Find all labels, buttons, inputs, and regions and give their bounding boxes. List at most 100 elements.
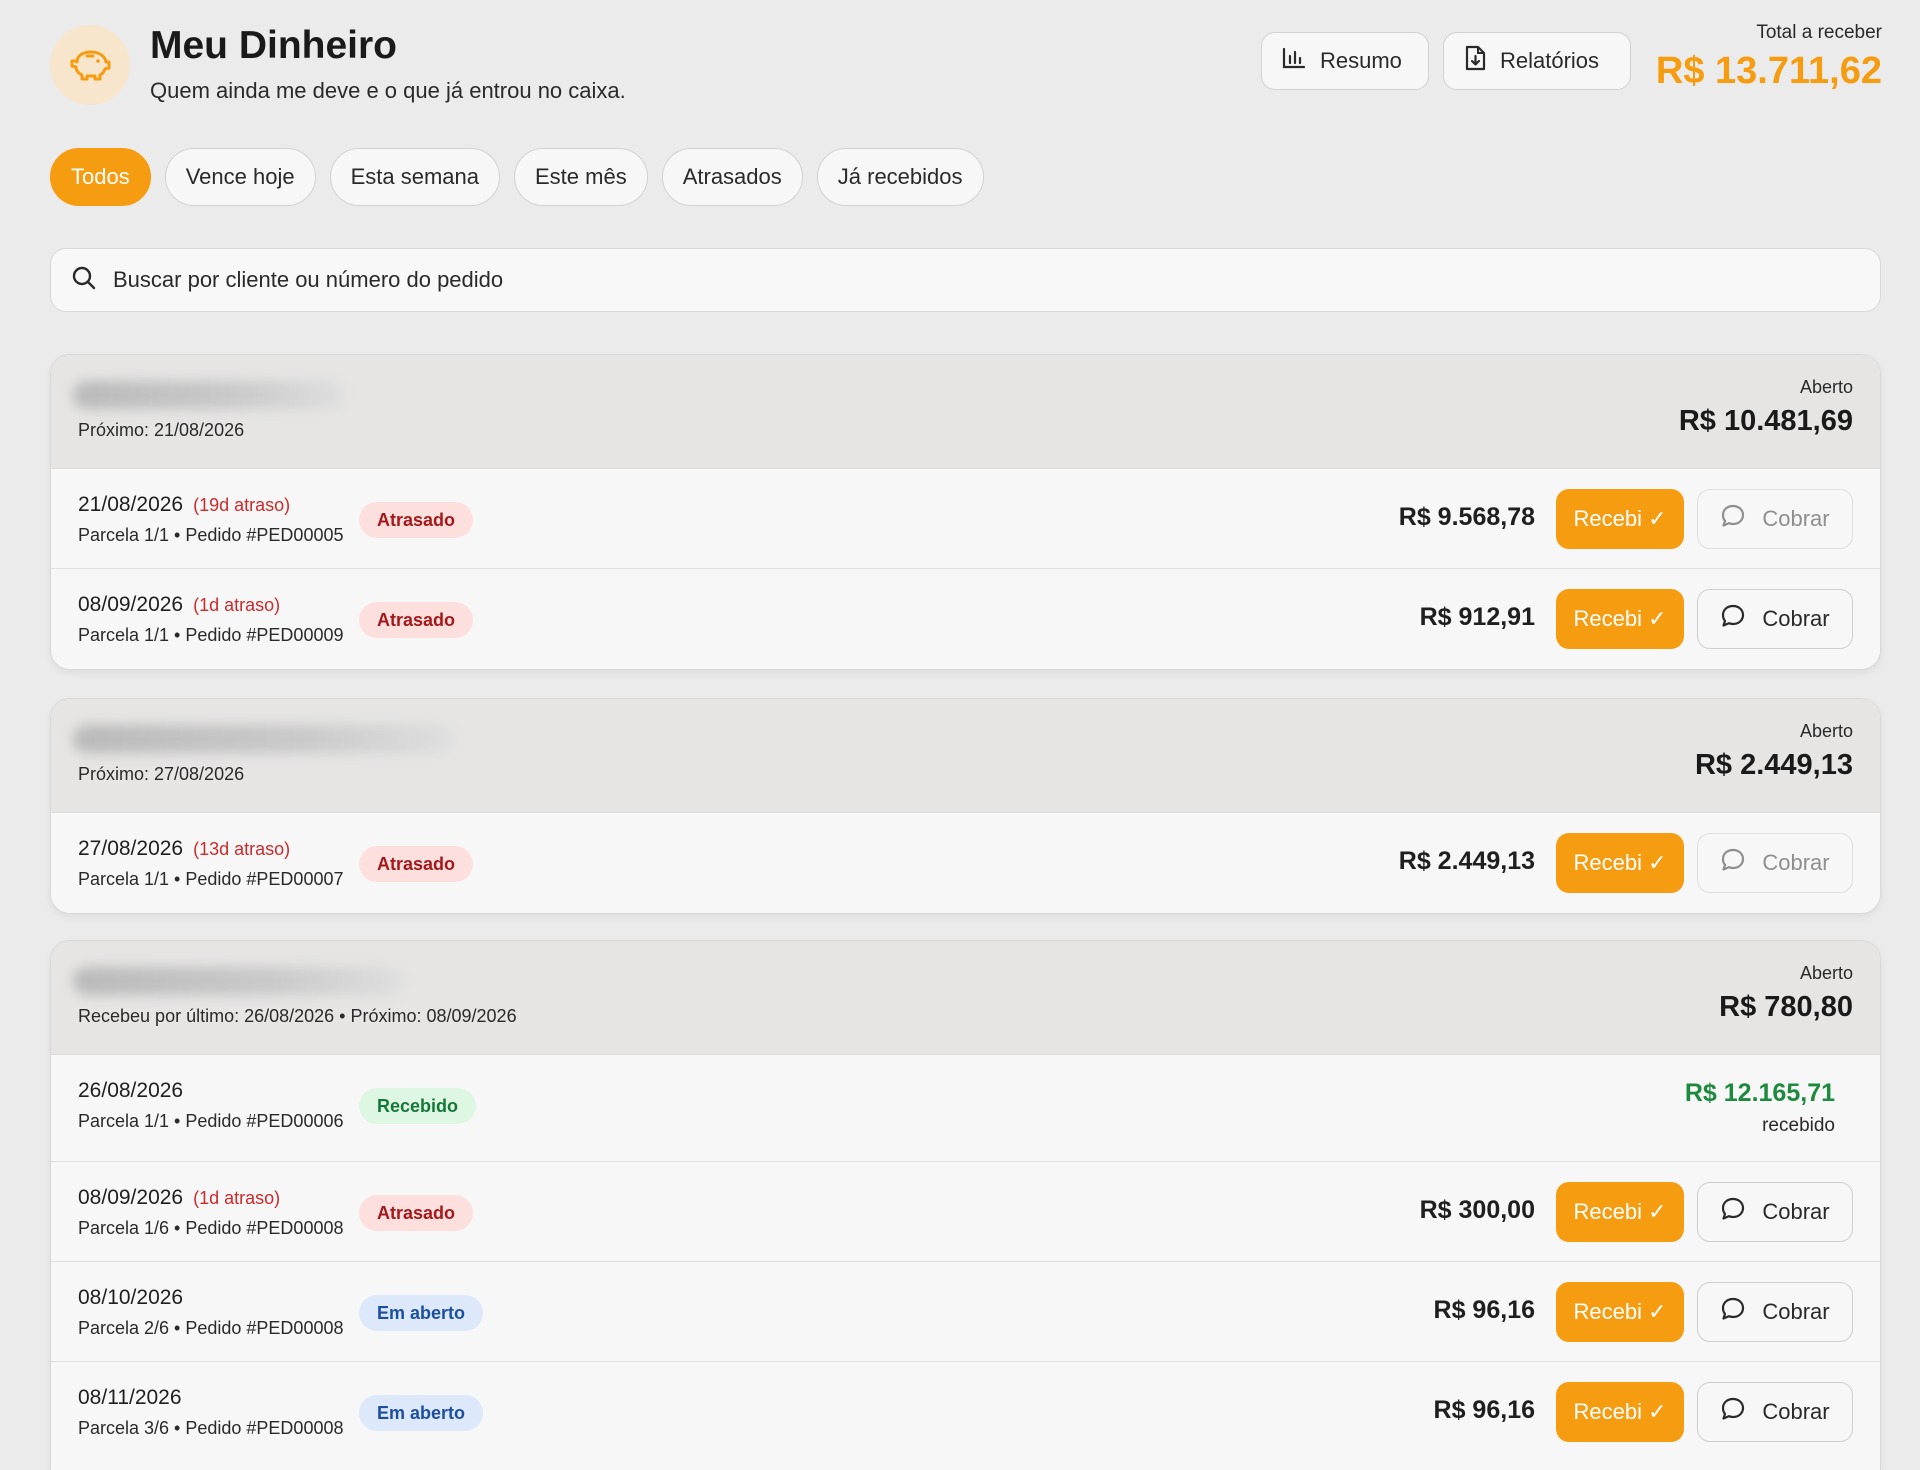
status-badge: Recebido	[359, 1088, 477, 1124]
recebi-button[interactable]: Recebi ✓	[1556, 833, 1684, 893]
file-download-icon	[1464, 45, 1486, 77]
installment-amount: R$ 912,91	[1419, 603, 1535, 631]
client-name-redacted	[73, 967, 403, 995]
app-root: Meu Dinheiro Quem ainda me deve e o que …	[0, 0, 1920, 1470]
installment-date: 27/08/2026	[78, 837, 184, 860]
installment-row: 21/08/2026 (19d atraso) Parcela 1/1 • Ped…	[51, 469, 1880, 569]
group-header[interactable]: Próximo: 21/08/2026 Aberto R$ 10.481,69	[51, 355, 1880, 469]
filter-vence-hoje[interactable]: Vence hoje	[164, 148, 316, 206]
chat-bubble-icon	[1720, 603, 1746, 635]
total-label: Total a receber	[1756, 22, 1882, 43]
cobrar-button[interactable]: Cobrar	[1697, 489, 1853, 549]
page-title: Meu Dinheiro	[150, 24, 398, 67]
group-meta: Próximo: 21/08/2026	[78, 420, 245, 440]
installment-date: 08/11/2026	[78, 1386, 182, 1409]
chat-bubble-icon	[1720, 1196, 1746, 1228]
installment-details: Parcela 1/6 • Pedido #PED00008	[78, 1218, 344, 1238]
installment-amount: R$ 96,16	[1433, 1296, 1535, 1324]
received-amount: R$ 12.165,71	[1684, 1079, 1835, 1107]
group-amount: R$ 2.449,13	[1694, 749, 1853, 781]
piggy-bank-icon	[50, 25, 130, 105]
chat-bubble-icon	[1720, 847, 1746, 879]
recebi-button[interactable]: Recebi ✓	[1556, 1182, 1684, 1242]
resumo-button[interactable]: Resumo	[1261, 32, 1429, 90]
installment-details: Parcela 3/6 • Pedido #PED00008	[78, 1418, 344, 1438]
search-bar	[50, 248, 1881, 312]
chat-bubble-icon	[1720, 1396, 1746, 1428]
installment-row: 08/11/2026 Parcela 3/6 • Pedido #PED0000…	[51, 1362, 1880, 1462]
status-badge: Atrasado	[359, 602, 474, 638]
cobrar-button[interactable]: Cobrar	[1697, 1182, 1853, 1242]
delay-text: (13d atraso)	[193, 839, 291, 859]
filter-esta-semana[interactable]: Esta semana	[329, 148, 500, 206]
group-header[interactable]: Próximo: 27/08/2026 Aberto R$ 2.449,13	[51, 699, 1880, 813]
cobrar-label: Cobrar	[1762, 606, 1830, 631]
page-subtitle: Quem ainda me deve e o que já entrou no …	[150, 78, 626, 103]
relatorios-button[interactable]: Relatórios	[1443, 32, 1631, 90]
filter-ja-recebidos[interactable]: Já recebidos	[816, 148, 984, 206]
installment-date: 08/09/2026	[78, 1186, 184, 1209]
filter-atrasados[interactable]: Atrasados	[661, 148, 803, 206]
cobrar-label: Cobrar	[1762, 506, 1830, 531]
search-icon	[71, 265, 97, 296]
chat-bubble-icon	[1720, 1296, 1746, 1328]
received-label: recebido	[1762, 1115, 1835, 1136]
group-meta: Próximo: 27/08/2026	[78, 764, 245, 784]
total-value: R$ 13.711,62	[1655, 50, 1882, 92]
installment-row: 08/09/2026 (1d atraso) Parcela 1/1 • Pedi…	[51, 569, 1880, 669]
client-group: Recebeu por último: 26/08/2026 • Próximo…	[50, 940, 1881, 1470]
group-status: Aberto	[1799, 963, 1853, 983]
cobrar-label: Cobrar	[1762, 1199, 1830, 1224]
installment-amount: R$ 2.449,13	[1398, 847, 1535, 875]
filter-todos[interactable]: Todos	[50, 148, 151, 206]
cobrar-label: Cobrar	[1762, 850, 1830, 875]
group-amount: R$ 780,80	[1719, 991, 1853, 1023]
status-badge: Em aberto	[359, 1295, 484, 1331]
bar-chart-icon	[1282, 47, 1306, 75]
status-badge: Atrasado	[359, 846, 474, 882]
installment-row: 26/08/2026 Parcela 1/1 • Pedido #PED0000…	[51, 1055, 1880, 1162]
installment-amount: R$ 96,16	[1433, 1396, 1535, 1424]
group-header[interactable]: Recebeu por último: 26/08/2026 • Próximo…	[51, 941, 1880, 1055]
installment-details: Parcela 1/1 • Pedido #PED00007	[78, 869, 344, 889]
recebi-button[interactable]: Recebi ✓	[1556, 1282, 1684, 1342]
cobrar-button[interactable]: Cobrar	[1697, 1282, 1853, 1342]
filter-este-mes[interactable]: Este mês	[514, 148, 648, 206]
installment-date: 08/09/2026	[78, 593, 184, 616]
client-group: Próximo: 21/08/2026 Aberto R$ 10.481,69 …	[50, 354, 1881, 670]
installment-row: 27/08/2026 (13d atraso) Parcela 1/1 • Ped…	[51, 813, 1880, 913]
client-name-redacted	[73, 725, 453, 753]
chat-bubble-icon	[1720, 503, 1746, 535]
installment-amount: R$ 9.568,78	[1398, 503, 1535, 531]
search-input[interactable]	[111, 266, 1815, 294]
installment-row: 08/09/2026 (1d atraso) Parcela 1/6 • Pedi…	[51, 1162, 1880, 1262]
cobrar-button[interactable]: Cobrar	[1697, 1382, 1853, 1442]
delay-text: (19d atraso)	[193, 495, 291, 515]
status-badge: Atrasado	[359, 1195, 474, 1231]
recebi-button[interactable]: Recebi ✓	[1556, 589, 1684, 649]
delay-text: (1d atraso)	[193, 1188, 281, 1208]
cobrar-label: Cobrar	[1762, 1399, 1830, 1424]
group-amount: R$ 10.481,69	[1678, 405, 1853, 437]
client-group: Próximo: 27/08/2026 Aberto R$ 2.449,13 2…	[50, 698, 1881, 914]
status-badge: Em aberto	[359, 1395, 484, 1431]
recebi-button[interactable]: Recebi ✓	[1556, 1382, 1684, 1442]
cobrar-label: Cobrar	[1762, 1299, 1830, 1324]
relatorios-button-label: Relatórios	[1500, 48, 1600, 73]
installment-date: 08/10/2026	[78, 1286, 184, 1309]
installment-details: Parcela 1/1 • Pedido #PED00005	[78, 525, 344, 545]
installment-details: Parcela 2/6 • Pedido #PED00008	[78, 1318, 344, 1338]
cobrar-button[interactable]: Cobrar	[1697, 589, 1853, 649]
recebi-button[interactable]: Recebi ✓	[1556, 489, 1684, 549]
installment-row: 08/10/2026 Parcela 2/6 • Pedido #PED0000…	[51, 1262, 1880, 1362]
cobrar-button[interactable]: Cobrar	[1697, 833, 1853, 893]
group-meta: Recebeu por último: 26/08/2026 • Próximo…	[78, 1006, 517, 1026]
filter-chips: Todos Vence hoje Esta semana Este mês At…	[50, 148, 984, 206]
group-status: Aberto	[1799, 377, 1853, 397]
resumo-button-label: Resumo	[1320, 48, 1402, 73]
group-status: Aberto	[1799, 721, 1853, 741]
installment-amount: R$ 300,00	[1419, 1196, 1535, 1224]
client-name-redacted	[73, 381, 343, 409]
status-badge: Atrasado	[359, 502, 474, 538]
installment-date: 21/08/2026	[78, 493, 184, 516]
